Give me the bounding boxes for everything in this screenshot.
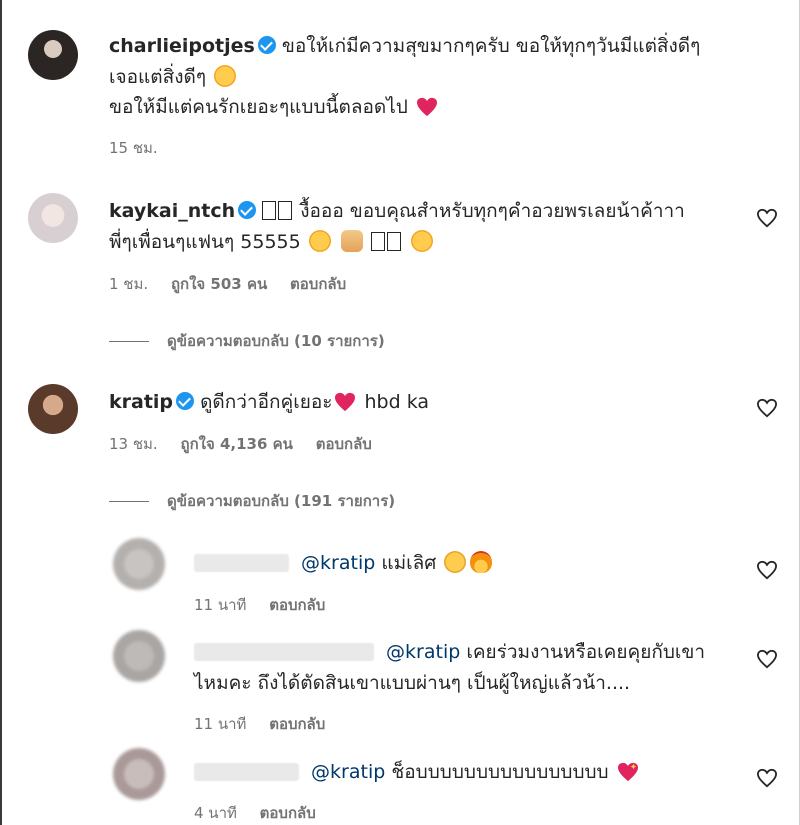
username-blurred[interactable]	[194, 763, 299, 781]
reply-time: 11 นาที	[194, 596, 247, 614]
avatar[interactable]	[28, 193, 78, 243]
folded-hands-emoji-icon	[340, 230, 363, 252]
comment-text: งื้อออ ขอบคุณสำหรับทุกๆคำอวยพรเลยน้าค้าา…	[300, 200, 685, 222]
like-count[interactable]: ถูกใจ 503 คน	[171, 275, 267, 293]
like-count[interactable]: ถูกใจ 4,136 คน	[180, 435, 292, 453]
username[interactable]: kratip	[109, 391, 173, 413]
avatar[interactable]	[113, 748, 165, 800]
clapping-hands-emoji-icon	[444, 551, 467, 573]
comment-text: ขอให้มีแต่คนรักเยอะๆแบบนี้ตลอดไป	[109, 96, 408, 118]
reply-button[interactable]: ตอบกลับ	[290, 275, 346, 293]
mention-link[interactable]: @kratip	[386, 641, 460, 663]
avatar[interactable]	[28, 30, 78, 80]
heart-eyes-emoji-icon	[308, 230, 331, 252]
username-blurred[interactable]	[194, 643, 374, 661]
username-blurred[interactable]	[194, 554, 289, 572]
comment-text: ขอให้เก่มีความสุขมากๆครับ ขอให้ทุกๆวันมี…	[281, 35, 701, 57]
reply-text: ไหมคะ ถึงได้ตัดสินเขาแบบผ่านๆ เป็นผู้ใหญ…	[194, 672, 631, 694]
smiling-hearts-emoji-icon	[214, 65, 237, 87]
reply-button[interactable]: ตอบกลับ	[269, 596, 325, 614]
fire-emoji-icon	[470, 551, 493, 573]
verified-badge-icon	[238, 201, 257, 219]
comment-time: 15 ชม.	[109, 139, 158, 157]
reply-time: 11 นาที	[194, 715, 247, 733]
username[interactable]: kaykai_ntch	[109, 200, 235, 222]
reply-text: เคยร่วมงานหรือเคยคุยกับเขา	[466, 641, 706, 663]
red-heart-emoji-icon	[416, 97, 437, 117]
comment-text: พี่ๆเพื่อนๆแฟนๆ 55555	[109, 231, 301, 253]
missing-glyph-icon	[278, 201, 293, 220]
avatar[interactable]	[28, 384, 78, 434]
verified-badge-icon	[176, 392, 195, 410]
sparkling-heart-emoji-icon	[617, 762, 638, 782]
comment-text: ดูดีกว่าอีกคู่เยอะ	[200, 391, 333, 413]
username[interactable]: charlieipotjes	[109, 35, 255, 57]
comment-time: 1 ชม.	[109, 275, 149, 293]
missing-glyph-icon	[262, 201, 277, 220]
divider	[109, 341, 149, 342]
red-heart-emoji-icon	[335, 392, 356, 412]
window-left-border	[0, 0, 2, 825]
avatar[interactable]	[113, 538, 165, 590]
reply-button[interactable]: ตอบกลับ	[269, 715, 325, 733]
view-replies-button[interactable]: ดูข้อความตอบกลับ (10 รายการ)	[109, 329, 403, 353]
avatar[interactable]	[113, 630, 165, 682]
missing-glyph-icon	[370, 232, 385, 251]
comment-text: hbd ka	[364, 391, 430, 413]
missing-glyph-icon	[386, 232, 401, 251]
heart-outline-icon[interactable]	[756, 649, 778, 669]
reply-button[interactable]: ตอบกลับ	[260, 804, 316, 822]
verified-badge-icon	[257, 36, 276, 54]
heart-outline-icon[interactable]	[756, 560, 778, 580]
view-replies-button[interactable]: ดูข้อความตอบกลับ (191 รายการ)	[109, 489, 413, 513]
divider	[109, 501, 149, 502]
reply-button[interactable]: ตอบกลับ	[316, 435, 372, 453]
comment-text: เจอแต่สิ่งดีๆ	[109, 66, 207, 88]
reply-time: 4 นาที	[194, 804, 237, 822]
smiling-hearts-emoji-icon	[410, 230, 433, 252]
reply-text: แม่เลิศ	[381, 552, 437, 574]
comment-time: 13 ชม.	[109, 435, 158, 453]
heart-outline-icon[interactable]	[756, 208, 778, 228]
heart-outline-icon[interactable]	[756, 398, 778, 418]
mention-link[interactable]: @kratip	[311, 761, 385, 783]
heart-outline-icon[interactable]	[756, 768, 778, 788]
mention-link[interactable]: @kratip	[301, 552, 375, 574]
reply-text: ช็อบบบบบบบบบบบบบบบบ	[391, 761, 609, 783]
